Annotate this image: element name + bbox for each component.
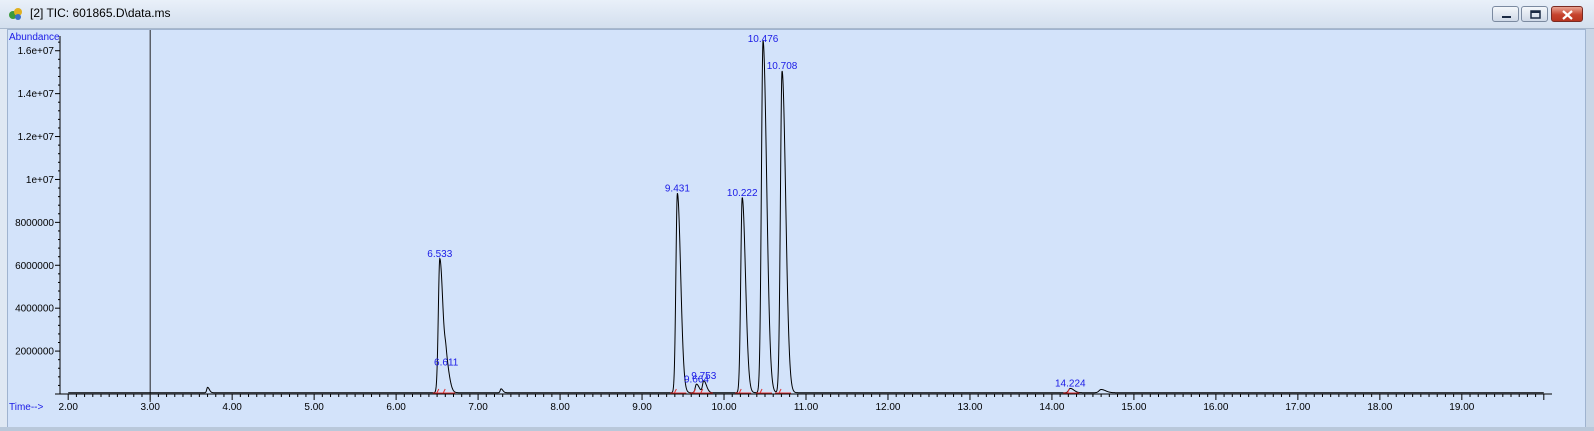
- peak-label: 9.431: [665, 183, 690, 194]
- peak-label: 14.224: [1055, 379, 1086, 390]
- window-title: [2] TIC: 601865.D\data.ms: [30, 6, 171, 20]
- x-tick-label: 4.00: [222, 402, 242, 413]
- peak-label: 10.476: [748, 34, 779, 45]
- x-tick-label: 10.00: [712, 402, 737, 413]
- peak-label: 6.611: [434, 357, 459, 368]
- y-tick-label: 6000000: [15, 261, 54, 272]
- peak-start-tick: [673, 388, 677, 394]
- x-tick-label: 15.00: [1121, 402, 1146, 413]
- x-tick-label: 3.00: [140, 402, 160, 413]
- y-tick-label: 8000000: [15, 218, 54, 229]
- peak-label: 9.753: [691, 371, 716, 382]
- peak-start-tick: [759, 388, 763, 394]
- minimize-button[interactable]: [1492, 6, 1519, 22]
- peak-start-tick: [778, 388, 782, 394]
- y-tick-label: 1.4e+07: [18, 89, 55, 100]
- peak-label: 10.708: [767, 61, 798, 72]
- maximize-button[interactable]: [1521, 6, 1548, 22]
- y-axis-label: Abundance: [9, 32, 60, 43]
- peak-start-tick: [442, 388, 446, 394]
- y-tick-label: 4000000: [15, 304, 54, 315]
- title-bar[interactable]: [2] TIC: 601865.D\data.ms: [0, 0, 1594, 29]
- close-button[interactable]: [1551, 6, 1583, 22]
- x-tick-label: 19.00: [1449, 402, 1474, 413]
- plot-area[interactable]: 2.00 3.00 4.00 5.00 6.00 7.00 8.00 9.00 10.00 11.…: [7, 29, 1586, 429]
- peak-label: 6.533: [427, 249, 452, 260]
- x-tick-label: 2.00: [58, 402, 78, 413]
- peak-start-tick: [738, 388, 742, 394]
- x-tick-label: 18.00: [1367, 402, 1392, 413]
- tic-trace: [68, 40, 1544, 394]
- chromatogram-app-icon: [9, 8, 22, 20]
- peak-labels: 6.5336.6119.4319.6649.75310.22210.47610.…: [427, 34, 1086, 390]
- y-tick-label: 2000000: [15, 347, 54, 358]
- x-tick-label: 6.00: [386, 402, 406, 413]
- x-tick-label: 17.00: [1285, 402, 1310, 413]
- peak-label: 10.222: [727, 188, 758, 199]
- x-tick-label: 9.00: [632, 402, 652, 413]
- window-right-edge: [1586, 29, 1594, 431]
- x-tick-label: 11.00: [794, 402, 819, 413]
- close-icon: [1562, 10, 1573, 20]
- x-axis-label: Time-->: [9, 402, 44, 413]
- window-bottom-edge: [0, 427, 1594, 431]
- x-tick-label: 13.00: [957, 402, 982, 413]
- x-tick-label: 16.00: [1203, 402, 1228, 413]
- chromatogram-chart[interactable]: 2.00 3.00 4.00 5.00 6.00 7.00 8.00 9.00 10.00 11.…: [8, 30, 1585, 428]
- x-tick-label: 7.00: [468, 402, 488, 413]
- x-tick-label: 5.00: [304, 402, 324, 413]
- chromatogram-window: [2] TIC: 601865.D\data.ms 2.00 3.00 4.00 5.…: [0, 0, 1594, 431]
- y-tick-label: 1e+07: [26, 175, 55, 186]
- y-tick-label: 1.2e+07: [18, 132, 55, 143]
- minimize-icon: [1502, 16, 1511, 18]
- y-tick-label: 1.6e+07: [18, 46, 55, 57]
- maximize-icon: [1530, 10, 1541, 19]
- x-tick-label: 8.00: [550, 402, 570, 413]
- x-tick-label: 12.00: [875, 402, 900, 413]
- peak-start-tick: [436, 388, 440, 394]
- x-tick-label: 14.00: [1039, 402, 1064, 413]
- tic-trace-line: [68, 40, 1544, 394]
